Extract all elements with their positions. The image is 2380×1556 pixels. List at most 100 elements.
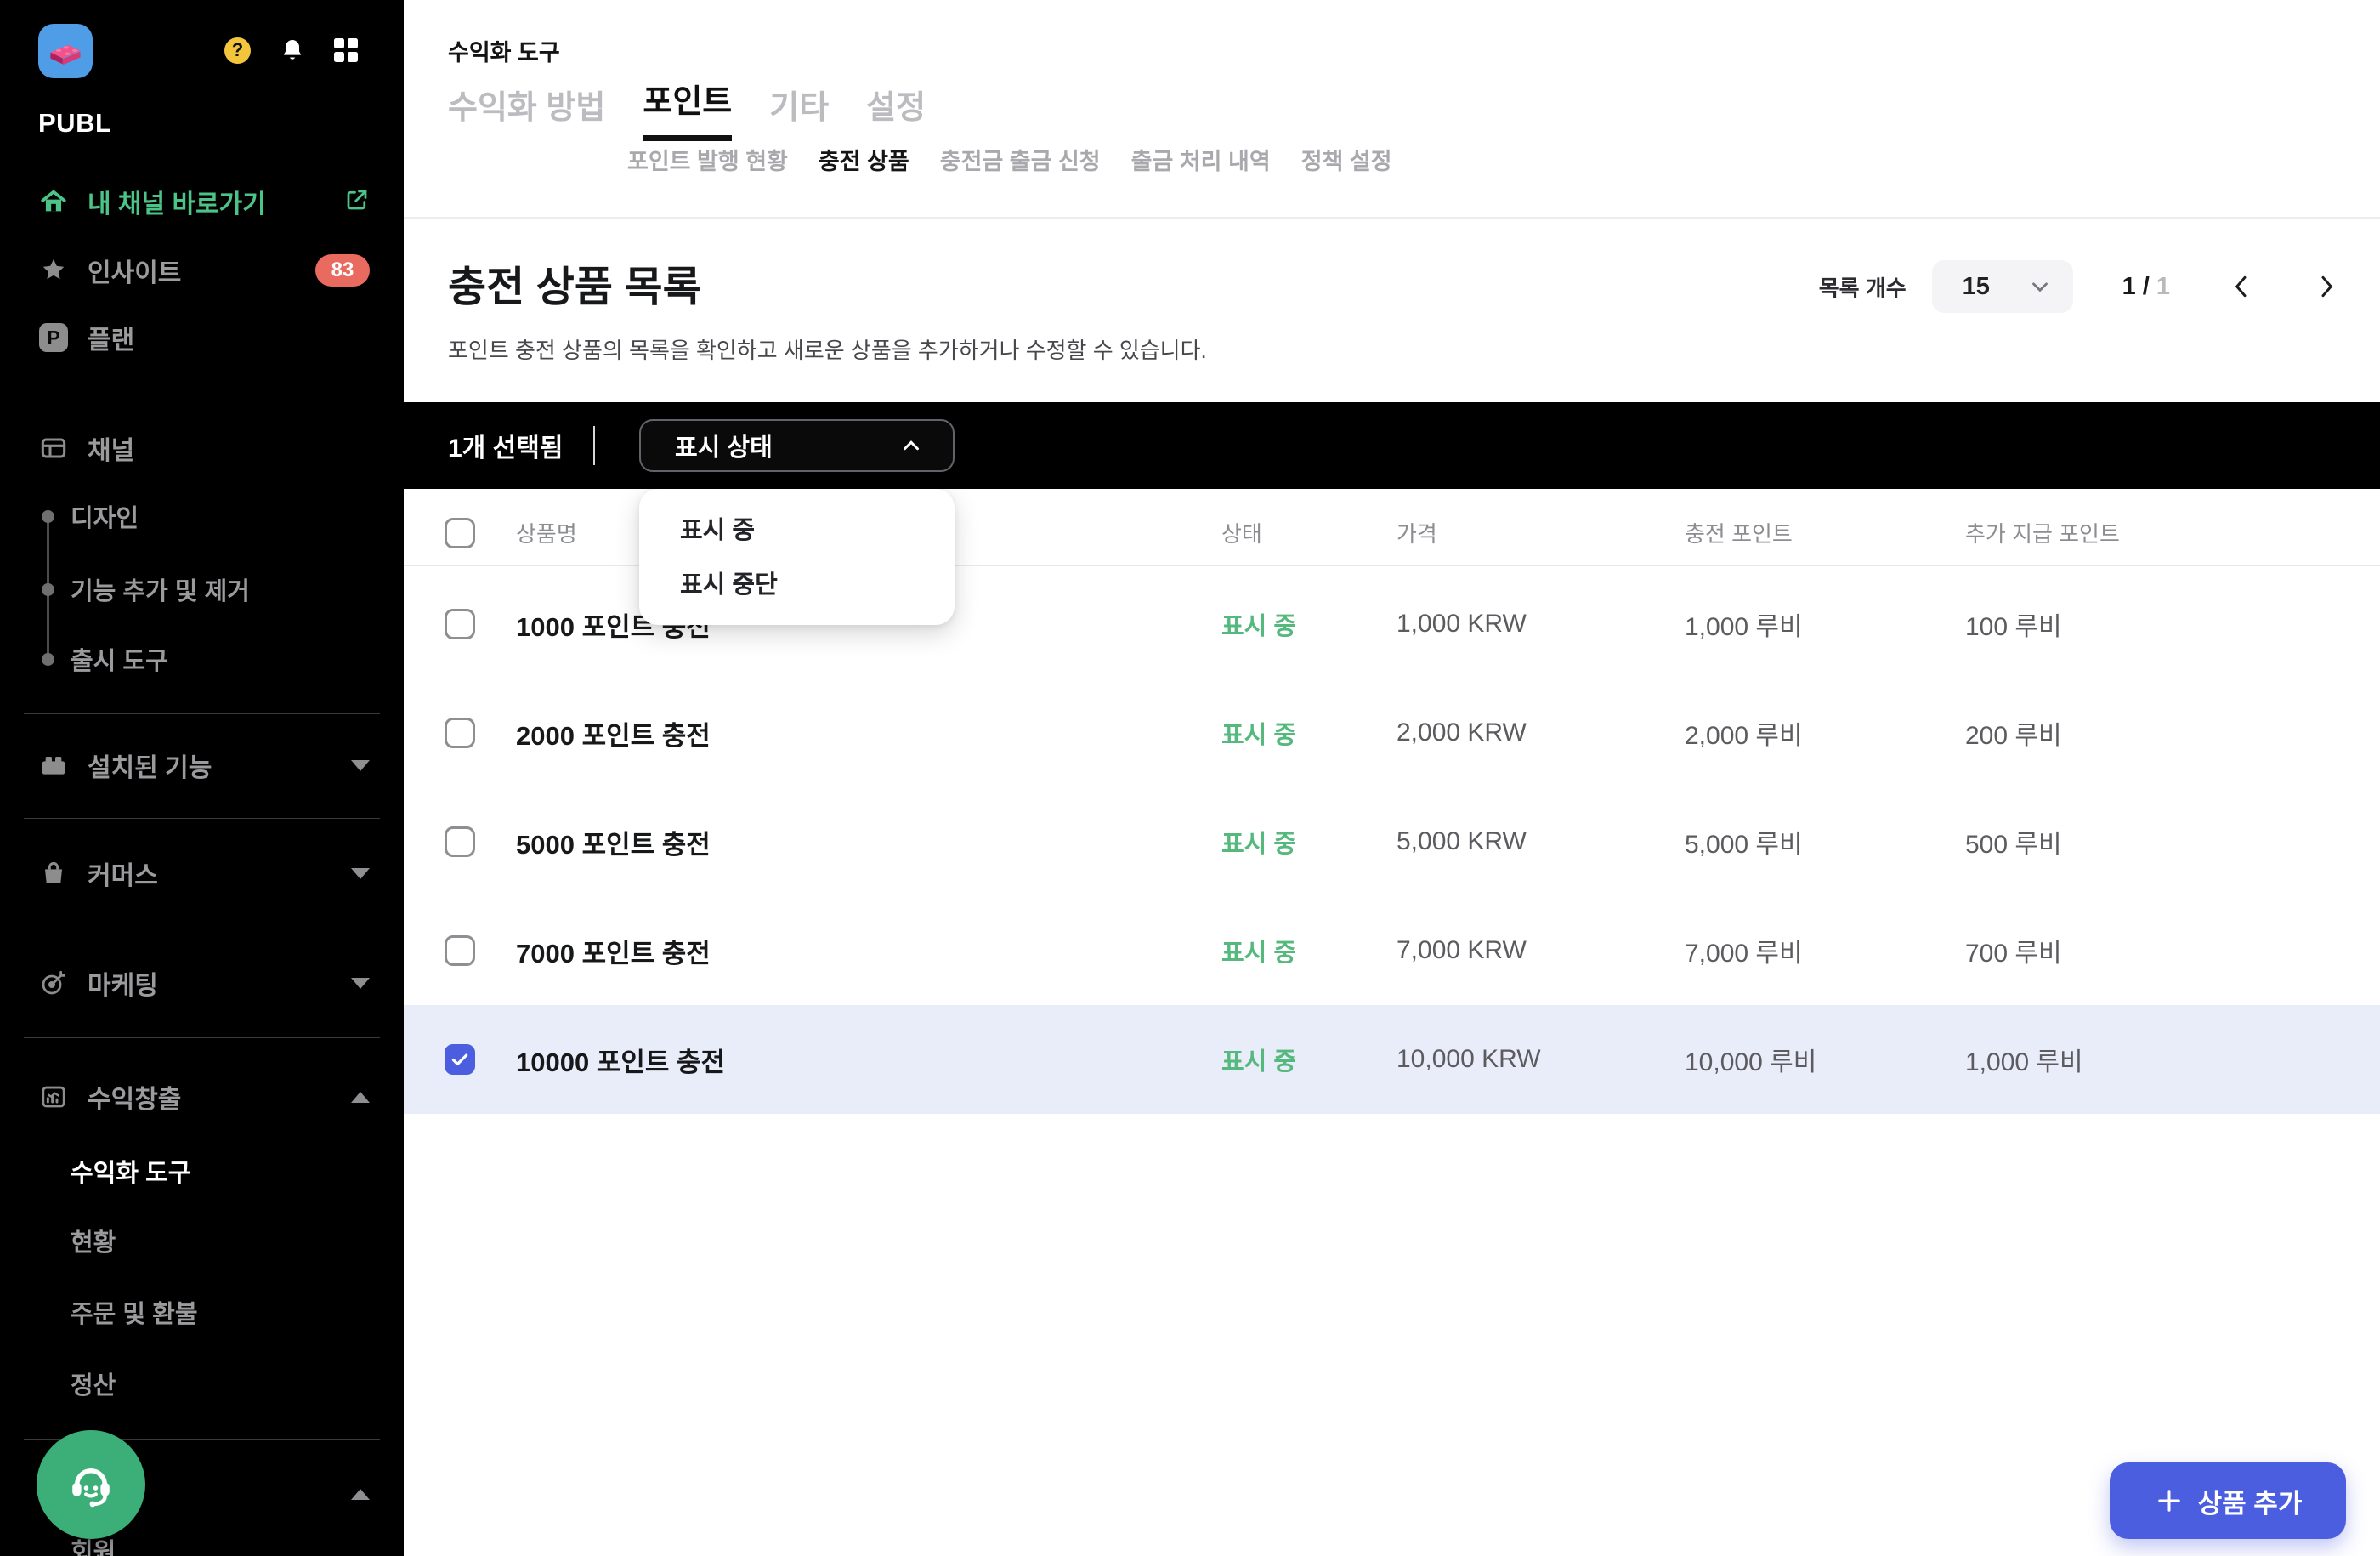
sidebar-item-status[interactable]: 현황 <box>71 1219 116 1262</box>
status-badge: 표시 중 <box>1221 1005 1296 1114</box>
next-page-button[interactable] <box>2308 268 2345 305</box>
tab-monetization-methods[interactable]: 수익화 방법 <box>448 81 605 141</box>
prev-page-button[interactable] <box>2223 268 2260 305</box>
bonus-value: 700 루비 <box>1965 896 2062 1005</box>
chevron-right-icon <box>2313 273 2340 300</box>
pagination-indicator: 1 / 1 <box>2122 273 2170 301</box>
chevron-down-icon <box>351 868 370 879</box>
tree-dot <box>42 583 54 596</box>
help-icon[interactable]: ? <box>224 37 251 64</box>
menu-item-hidden[interactable]: 표시 중단 <box>639 555 955 610</box>
sidebar-item-insight[interactable]: 인사이트 83 <box>0 245 404 296</box>
divider <box>404 217 2380 219</box>
tab-settings[interactable]: 설정 <box>866 81 926 141</box>
column-header-price: 가격 <box>1397 501 1437 565</box>
divider <box>24 1037 380 1038</box>
sidebar-item-label: 수익창출 <box>88 1078 181 1116</box>
price-value: 1,000 KRW <box>1397 570 1527 679</box>
status-badge: 표시 중 <box>1221 679 1296 787</box>
product-name: 5000 포인트 충전 <box>516 787 711 896</box>
subtab-withdrawal-request[interactable]: 충전금 출금 신청 <box>940 143 1101 176</box>
points-value: 7,000 루비 <box>1685 896 1803 1005</box>
brand-name: PUBL <box>38 108 111 139</box>
sidebar-item-channel[interactable]: 채널 <box>0 423 404 474</box>
plus-icon <box>2154 1485 2184 1516</box>
subtab-bar: 포인트 발행 현황 충전 상품 충전금 출금 신청 출금 처리 내역 정책 설정 <box>627 143 1392 176</box>
sidebar-item-add-remove-features[interactable]: 기능 추가 및 제거 <box>71 568 250 610</box>
table-row-selected[interactable]: 10000 포인트 충전 표시 중 10,000 KRW 10,000 루비 1… <box>404 1005 2380 1114</box>
brick-logo-icon <box>38 24 93 78</box>
sidebar-item-commerce[interactable]: 커머스 <box>0 848 404 899</box>
sidebar-item-label: 설치된 기능 <box>88 747 212 784</box>
product-name: 7000 포인트 충전 <box>516 896 711 1005</box>
row-checkbox[interactable] <box>445 826 475 857</box>
sidebar-item-design[interactable]: 디자인 <box>71 495 139 537</box>
add-product-button[interactable]: 상품 추가 <box>2110 1462 2346 1539</box>
sidebar-item-label: 플랜 <box>88 319 134 356</box>
points-value: 10,000 루비 <box>1685 1005 1816 1114</box>
target-icon <box>38 968 69 998</box>
chevron-up-icon <box>351 1489 370 1500</box>
price-value: 5,000 KRW <box>1397 787 1527 896</box>
column-header-bonus: 추가 지급 포인트 <box>1965 501 2120 565</box>
sidebar-item-settlement[interactable]: 정산 <box>71 1362 116 1405</box>
sidebar-item-monetization-tools[interactable]: 수익화 도구 <box>71 1150 190 1192</box>
sidebar-item-launch-tools[interactable]: 출시 도구 <box>71 638 168 680</box>
screen: ? PUBL 내 채널 바로가기 <box>0 0 2380 1556</box>
table-row[interactable]: 5000 포인트 충전 표시 중 5,000 KRW 5,000 루비 500 … <box>404 787 2380 896</box>
bell-icon[interactable] <box>279 37 306 64</box>
headset-icon <box>58 1451 124 1518</box>
row-checkbox[interactable] <box>445 935 475 966</box>
checkmark-icon <box>449 1048 471 1070</box>
sidebar-item-monetization[interactable]: 수익창출 <box>0 1071 404 1122</box>
display-status-menu: 표시 중 표시 중단 <box>639 489 955 625</box>
subtab-point-issuance[interactable]: 포인트 발행 현황 <box>627 143 788 176</box>
row-checkbox[interactable] <box>445 609 475 639</box>
subtab-withdrawal-history[interactable]: 출금 처리 내역 <box>1131 143 1271 176</box>
bonus-value: 200 루비 <box>1965 679 2062 787</box>
status-badge: 표시 중 <box>1221 787 1296 896</box>
menu-item-visible[interactable]: 표시 중 <box>639 501 955 555</box>
apps-grid-icon[interactable] <box>334 38 358 62</box>
column-header-status: 상태 <box>1221 501 1262 565</box>
chevron-down-icon <box>2027 274 2053 299</box>
status-badge: 표시 중 <box>1221 570 1296 679</box>
sidebar-item-my-channel[interactable]: 내 채널 바로가기 <box>0 176 404 227</box>
column-header-points: 충전 포인트 <box>1685 501 1793 565</box>
price-value: 2,000 KRW <box>1397 679 1527 787</box>
subtab-policy-settings[interactable]: 정책 설정 <box>1301 143 1392 176</box>
external-link-icon[interactable] <box>344 187 370 217</box>
channel-icon <box>38 433 69 463</box>
pagination-total: 1 <box>2156 273 2170 301</box>
sidebar-item-plan[interactable]: P 플랜 <box>0 312 404 363</box>
select-all-checkbox[interactable] <box>445 518 475 548</box>
table-row[interactable]: 2000 포인트 충전 표시 중 2,000 KRW 2,000 루비 200 … <box>404 679 2380 787</box>
home-icon <box>38 186 69 217</box>
column-header-name: 상품명 <box>516 501 577 565</box>
sidebar-item-label: 인사이트 <box>88 252 181 289</box>
selected-count: 1개 선택됨 <box>448 402 563 489</box>
list-controls: 목록 개수 15 1 / 1 <box>1819 260 2345 313</box>
divider <box>593 426 595 465</box>
divider <box>24 818 380 819</box>
sidebar-item-installed-features[interactable]: 설치된 기능 <box>0 740 404 791</box>
page-size-select[interactable]: 15 <box>1932 260 2073 313</box>
subtab-charge-products[interactable]: 충전 상품 <box>819 143 910 176</box>
table-row[interactable]: 7000 포인트 충전 표시 중 7,000 KRW 7,000 루비 700 … <box>404 896 2380 1005</box>
sidebar-item-marketing[interactable]: 마케팅 <box>0 957 404 1008</box>
add-product-label: 상품 추가 <box>2198 1482 2303 1520</box>
tree-dot <box>42 510 54 523</box>
tab-points[interactable]: 포인트 <box>643 75 732 141</box>
page-section-title: 수익화 도구 <box>448 34 560 67</box>
display-status-dropdown-button[interactable]: 표시 상태 <box>639 419 955 472</box>
row-checkbox-checked[interactable] <box>445 1044 475 1075</box>
brick-icon <box>38 750 69 781</box>
app-logo[interactable] <box>38 24 93 78</box>
support-chat-button[interactable] <box>37 1430 145 1539</box>
star-icon <box>38 255 69 286</box>
row-checkbox[interactable] <box>445 718 475 748</box>
sidebar-item-label: 채널 <box>88 429 134 467</box>
tab-others[interactable]: 기타 <box>769 81 829 141</box>
chevron-down-icon <box>351 978 370 989</box>
sidebar-item-orders-refunds[interactable]: 주문 및 환불 <box>71 1291 198 1333</box>
